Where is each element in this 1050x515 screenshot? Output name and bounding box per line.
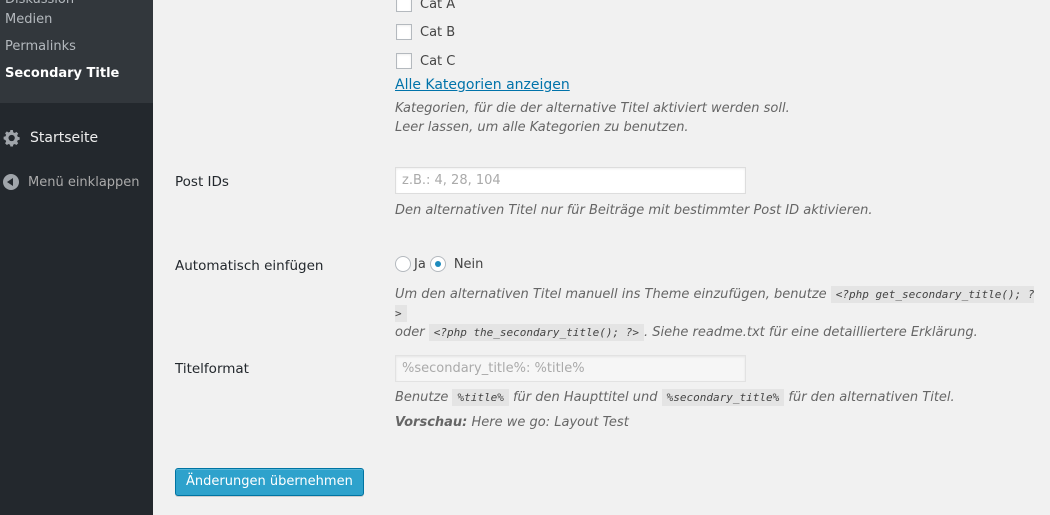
save-changes-button[interactable]: Änderungen übernehmen [175,468,364,496]
menu-item-startseite[interactable]: Startseite [0,126,98,150]
auto-insert-description: Um den alternativen Titel manuell ins Th… [395,285,1045,342]
post-ids-description: Den alternativen Titel nur für Beiträge … [395,203,873,218]
categories-description-line-2: Leer lassen, um alle Kategorien zu benut… [395,120,689,135]
collapse-arrow-icon [3,174,19,190]
code-title-placeholder: %title% [452,389,509,406]
auto-insert-options: Ja Nein [395,256,487,272]
category-option-cat-a: Cat A [396,0,455,12]
title-format-preview: Vorschau: Here we go: Layout Test [395,413,629,432]
post-ids-label: Post IDs [175,174,229,190]
category-checkbox-cat-b[interactable] [396,24,412,40]
title-format-label: Titelformat [175,361,249,377]
auto-insert-desc-text: Um den alternativen Titel manuell ins Th… [395,287,827,302]
code-secondary-title-placeholder: %secondary_title% [661,389,785,406]
categories-description-line-1: Kategorien, für die der alternative Tite… [395,101,790,116]
auto-insert-no-radio[interactable] [429,256,446,272]
category-option-cat-c: Cat C [396,53,455,69]
post-ids-input[interactable]: z.B.: 4, 28, 104 [395,167,746,194]
category-label: Cat C [420,53,456,69]
title-format-description: Benutze %title% für den Haupttitel und %… [395,388,1045,407]
gear-icon [3,129,20,147]
title-format-desc-text: für den Haupttitel und [512,390,658,405]
auto-insert-desc-text: oder [395,325,425,340]
auto-insert-desc-text: . Siehe readme.txt für eine detaillierte… [644,325,978,340]
submenu-item-medien[interactable]: Medien [0,13,153,40]
show-all-categories-link[interactable]: Alle Kategorien anzeigen [395,77,570,93]
submenu-item-secondary-title[interactable]: Secondary Title [0,67,153,94]
admin-sidebar: Diskussion Medien Permalinks Secondary T… [0,0,153,515]
collapse-menu-label: Menü einklappen [28,174,140,190]
title-format-desc-text: für den alternativen Titel. [788,390,955,405]
code-the-secondary-title: <?php the_secondary_title(); ?> [428,324,645,341]
preview-label: Vorschau: [395,415,468,430]
category-label: Cat A [420,0,456,12]
collapse-menu-button[interactable]: Menü einklappen [0,172,140,192]
settings-submenu: Diskussion Medien Permalinks Secondary T… [0,0,153,103]
category-checkbox-cat-a[interactable] [396,0,412,12]
auto-insert-label: Automatisch einfügen [175,258,324,274]
submenu-item-permalinks[interactable]: Permalinks [0,40,153,67]
preview-value: Here we go: Layout Test [471,415,629,430]
category-label: Cat B [420,24,456,40]
auto-insert-no-label: Nein [453,256,484,272]
category-checkbox-cat-c[interactable] [396,53,412,69]
menu-item-startseite-label: Startseite [30,130,99,146]
settings-form: Cat A Cat B Cat C Alle Kategorien anzeig… [153,0,1050,515]
title-format-input[interactable]: %secondary_title%: %title% [395,355,746,382]
auto-insert-yes-radio[interactable] [395,256,411,272]
title-format-desc-text: Benutze [395,390,449,405]
category-option-cat-b: Cat B [396,24,455,40]
categories-description: Kategorien, für die der alternative Tite… [395,99,790,137]
auto-insert-yes-label: Ja [414,256,426,272]
